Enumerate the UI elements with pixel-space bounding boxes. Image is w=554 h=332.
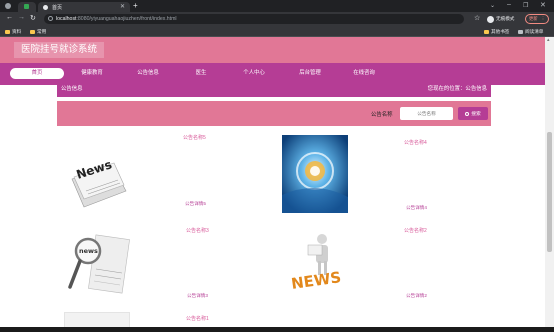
search-icon (465, 111, 470, 116)
location-value: 公告信息 (465, 86, 487, 92)
minimize-icon[interactable]: – (507, 1, 511, 8)
browser-tab-bar: 首页 ✕ + ⌄ – ❐ ✕ (0, 0, 554, 12)
os-taskbar (0, 327, 554, 332)
profile-label: 无痕模式 (496, 16, 515, 21)
folder-icon (484, 29, 489, 34)
scroll-up-icon[interactable]: ▴ (547, 37, 550, 43)
window-close-icon[interactable]: ✕ (540, 1, 546, 9)
update-button[interactable]: 更新 ⋮ (525, 14, 549, 24)
update-label: 更新 (528, 16, 538, 21)
folder-icon (30, 29, 35, 34)
announcement-thumbnail[interactable]: news (64, 225, 130, 301)
reading-list[interactable]: 阅读清单 (518, 28, 543, 35)
reading-list-icon (518, 29, 523, 34)
nav-item-online-consult[interactable]: 在线咨询 (344, 68, 384, 79)
announcement-title[interactable]: 公告名称2 (404, 227, 427, 234)
announcement-detail[interactable]: 公告详情3 (187, 293, 208, 299)
svg-text:news: news (79, 247, 98, 255)
announcement-title[interactable]: 公告名称5 (183, 134, 206, 141)
tab-search-icon[interactable]: ⌄ (490, 2, 495, 9)
site-header: 医院挂号就诊系统 (0, 37, 545, 63)
blue-globe-image (282, 135, 348, 213)
announcement-thumbnail[interactable]: NEWS (286, 229, 350, 293)
bookmark-folder[interactable]: 常用 (30, 28, 46, 35)
magnifier-newspaper-image: news (68, 234, 130, 294)
url-path: :8080/yiyuanguahaojiuzhen/front/index.ht… (76, 16, 177, 22)
incognito-icon (487, 15, 494, 23)
bookmark-star-icon[interactable]: ☆ (474, 14, 480, 22)
bookmarks-bar: 资料 常用 其他书签 阅读清单 (0, 26, 554, 37)
page-scrollbar[interactable]: ▴ (545, 37, 554, 327)
kebab-menu-icon: ⋮ (540, 16, 546, 21)
tab-active[interactable]: 首页 ✕ (38, 2, 130, 12)
profile-chip[interactable]: 无痕模式 (487, 14, 523, 24)
forward-icon[interactable]: → (18, 14, 25, 21)
newspaper-image: News (71, 157, 127, 208)
bookmark-folder[interactable]: 资料 (5, 28, 21, 35)
search-input[interactable] (400, 107, 453, 120)
bookmark-label: 其他书签 (491, 28, 510, 34)
announcement-detail[interactable]: 公告详情5 (185, 201, 206, 207)
address-bar[interactable]: localhost:8080/yiyuanguahaojiuzhen/front… (44, 14, 464, 24)
folder-icon (5, 29, 10, 34)
section-title: 公告信息 (61, 86, 83, 92)
announcement-thumbnail[interactable] (64, 312, 130, 327)
page-viewport: 医院挂号就诊系统 首页 健康教育 公告信息 医生 个人中心 后台管理 在线咨询 … (0, 37, 545, 327)
main-nav: 首页 健康教育 公告信息 医生 个人中心 后台管理 在线咨询 (0, 63, 545, 85)
nav-item-announcements[interactable]: 公告信息 (128, 68, 168, 79)
tab-title: 首页 (52, 4, 63, 11)
nav-item-personal-center[interactable]: 个人中心 (234, 68, 274, 79)
nav-item-home[interactable]: 首页 (10, 68, 64, 79)
reload-icon[interactable]: ↻ (30, 14, 36, 22)
back-icon[interactable]: ← (6, 14, 13, 21)
location-prefix: 您现在的位置： (427, 86, 466, 92)
announcement-detail[interactable]: 公告详情4 (406, 205, 427, 211)
tab-favicon-icon (43, 4, 48, 10)
figure-news-image: NEWS (290, 234, 342, 293)
bookmark-label: 常用 (37, 28, 47, 34)
location-text: 您现在的位置：公告信息 (428, 84, 487, 92)
svg-text:NEWS: NEWS (290, 268, 342, 293)
tab-close-icon[interactable]: ✕ (120, 3, 125, 10)
announcement-title[interactable]: 公告名称4 (404, 139, 427, 146)
bookmark-folder[interactable]: 其他书签 (484, 28, 509, 35)
nav-item-doctors[interactable]: 医生 (186, 68, 216, 79)
scrollbar-thumb[interactable] (547, 132, 552, 252)
site-info-icon[interactable] (48, 16, 53, 21)
announcement-detail[interactable]: 公告详情2 (406, 293, 427, 299)
announcement-thumbnail[interactable] (282, 135, 348, 213)
bookmark-label: 资料 (12, 28, 22, 34)
url-host: localhost (56, 16, 77, 22)
announcement-title[interactable]: 公告名称1 (186, 315, 209, 322)
announcement-title[interactable]: 公告名称3 (186, 227, 209, 234)
tab-favicon-icon (24, 4, 29, 9)
breadcrumb: 公告信息 您现在的位置：公告信息 (57, 85, 491, 97)
bookmark-label: 阅读清单 (525, 28, 544, 34)
new-tab-button[interactable]: + (133, 1, 138, 10)
announcement-thumbnail[interactable]: News (64, 133, 130, 221)
site-title: 医院挂号就诊系统 (14, 42, 105, 58)
search-button[interactable]: 搜索 (458, 107, 488, 120)
nav-item-health-education[interactable]: 健康教育 (72, 68, 112, 79)
tab-inactive[interactable] (18, 2, 36, 12)
search-bar: 公告名称 搜索 (57, 101, 491, 126)
maximize-icon[interactable]: ❐ (523, 2, 528, 9)
search-button-label: 搜索 (471, 112, 481, 117)
nav-item-admin[interactable]: 后台管理 (290, 68, 330, 79)
browser-menu-icon[interactable] (5, 3, 11, 9)
search-label: 公告名称 (371, 112, 393, 118)
